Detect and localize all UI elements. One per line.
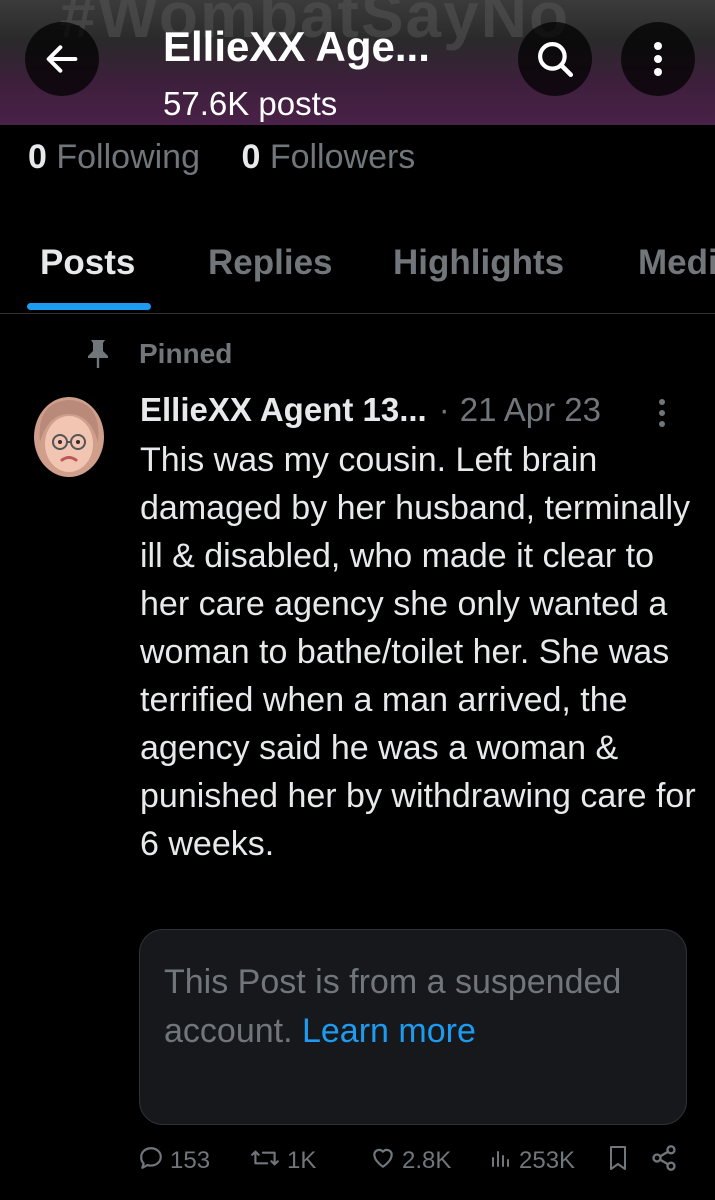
post-header: EllieXX Agent 13... · 21 Apr 23 [140,388,601,432]
post-more-button[interactable] [655,396,669,435]
like-count: 2.8K [402,1147,452,1174]
back-button[interactable] [25,22,99,96]
pin-icon [85,338,111,370]
followers-label: Followers [269,138,416,176]
like-button[interactable]: 2.8K [370,1141,451,1181]
views-button[interactable]: 253K [489,1141,575,1181]
tab-media[interactable]: Media [638,243,715,283]
more-vertical-icon [651,39,665,79]
learn-more-link[interactable]: Learn more [302,1012,476,1050]
back-arrow-icon [42,39,82,79]
reply-button[interactable]: 153 [138,1141,210,1181]
post-count: 57.6K posts [163,85,338,122]
reply-count: 153 [170,1147,211,1174]
search-button[interactable] [518,22,592,96]
share-button[interactable] [650,1141,684,1181]
profile-tabs: Posts Replies Highlights Media [0,235,715,314]
following-count: 0 [28,138,47,176]
pinned-text: Pinned [139,338,233,369]
followers-link[interactable]: 0 Followers [241,138,415,176]
view-count: 253K [519,1147,576,1174]
more-vertical-icon [655,399,669,434]
following-label: Following [56,138,200,176]
separator-dot: · [438,391,450,428]
bookmark-icon [606,1144,636,1179]
search-icon [534,38,576,80]
active-tab-indicator [27,303,151,310]
profile-name-title: EllieXX Age... [163,23,430,70]
avatar[interactable] [30,392,108,482]
suspended-account-notice: This Post is from a suspended account. L… [139,929,687,1125]
pinned-label: Pinned [85,336,232,372]
post-actions: 153 1K 2.8K 253K [0,1141,715,1181]
post-date[interactable]: 21 Apr 23 [460,388,601,432]
share-icon [650,1144,684,1179]
repost-icon [249,1145,287,1178]
views-chart-icon [489,1145,519,1178]
tab-posts[interactable]: Posts [40,243,135,283]
tab-highlights[interactable]: Highlights [393,243,564,283]
following-link[interactable]: 0 Following [28,138,200,176]
repost-button[interactable]: 1K [249,1141,316,1181]
post-text: This was my cousin. Left brain damaged b… [140,441,696,863]
more-options-button[interactable] [621,22,695,96]
tab-replies[interactable]: Replies [208,243,333,283]
followers-count: 0 [241,138,261,176]
post-author[interactable]: EllieXX Agent 13... [140,388,427,432]
heart-icon [370,1145,402,1178]
follow-stats: 0 Following 0 Followers [28,138,447,177]
profile-header: #WombatSayNo EllieXX Age... 57.6K posts [0,0,715,125]
reply-icon [138,1145,170,1178]
repost-count: 1K [287,1147,317,1174]
bookmark-button[interactable] [606,1141,636,1181]
